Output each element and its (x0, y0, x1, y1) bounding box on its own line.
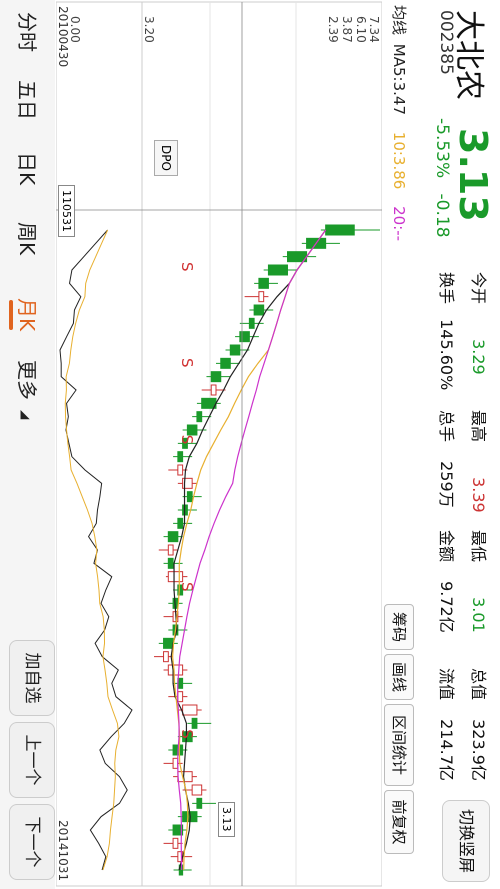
end-date: 20141031 (56, 820, 70, 882)
switch-portrait-button[interactable]: 切换竖屏 (442, 800, 490, 882)
ma5-value: MA5:3.47 (390, 43, 408, 115)
add-watchlist-button[interactable]: 加自选 (9, 640, 55, 716)
adjust-button[interactable]: 前复权 (384, 790, 414, 854)
quote-volume: 总手 259万 (437, 410, 456, 508)
dpo-signal-line (64, 229, 120, 871)
next-stock-button[interactable]: 下一个 (9, 804, 55, 880)
candle-body (253, 304, 265, 316)
candle-body (167, 557, 174, 569)
candle-body (177, 451, 184, 463)
candle-body (210, 384, 217, 396)
dpo-line (59, 229, 133, 871)
candle-body (163, 637, 174, 649)
ma-legend: 均线 MA5:3.47 10:3.86 20:-- (390, 5, 408, 242)
range-stats-button[interactable]: 区间统计 (384, 704, 414, 786)
quote-turnover: 换手 145.60% (437, 272, 456, 391)
sell-signal-marker: S (178, 582, 196, 592)
candle-body (267, 264, 289, 276)
candle-body (248, 317, 255, 329)
candle-body (177, 771, 193, 783)
sell-signal-marker: S (178, 435, 196, 445)
tab-daily[interactable]: 日K (14, 152, 43, 185)
candles-group (154, 224, 380, 876)
candle-body (167, 544, 174, 556)
candle-body (163, 651, 169, 663)
tab-weekly[interactable]: 周K (14, 222, 43, 255)
candle-body (239, 331, 250, 343)
chips-button[interactable]: 筹码 (384, 604, 414, 650)
indicator-top-label: 3.20 (142, 16, 156, 43)
crosshair-price-tag: 3.13 (218, 802, 235, 837)
candle-body (177, 464, 184, 476)
quote-float-value: 流值 214.7亿 (437, 668, 456, 781)
candle-body (191, 717, 198, 729)
candle-body (177, 517, 184, 529)
low-value: 3.01 (469, 597, 488, 633)
tab-more[interactable]: 更多 (14, 360, 43, 400)
candle-body (186, 424, 198, 436)
candle-body (258, 277, 269, 289)
kline-chart[interactable]: S S S S S (56, 0, 382, 889)
draw-line-button[interactable]: 画线 (384, 654, 414, 700)
candle-body (196, 797, 203, 809)
landscape-stage: 大北农 002385 3.13 -5.53% -0.18 今开 3.29 最高 … (0, 0, 500, 889)
stock-price: 3.13 (451, 128, 495, 222)
change-percent: -5.53% (432, 118, 452, 179)
open-value: 3.29 (469, 339, 488, 375)
indicator-selector[interactable]: DPO (154, 140, 178, 176)
indicator-bottom-label: 0.00 (68, 16, 82, 43)
candle-body (210, 371, 222, 383)
candle-body (177, 691, 184, 703)
sell-signal-marker: S (178, 729, 196, 739)
quote-low: 最低 3.01 (469, 530, 488, 633)
candle-body (167, 664, 184, 676)
ma5-line (170, 229, 327, 871)
y-axis-min-label: 2.39 (326, 16, 340, 43)
candle-body (186, 491, 193, 503)
y-axis-mid-label: 6.10 (354, 16, 368, 43)
sell-signal-marker: S (178, 358, 196, 368)
candle-body (220, 357, 231, 369)
tab-five-day[interactable]: 五日 (14, 80, 43, 120)
ma10-value: 10:3.86 (390, 131, 408, 190)
quote-amount: 金额 9.72亿 (437, 530, 456, 633)
ma20-value: 20:-- (390, 206, 408, 242)
price-change: -5.53% -0.18 (432, 118, 452, 248)
previous-stock-button[interactable]: 上一个 (9, 722, 55, 798)
candle-body (182, 704, 198, 716)
dpo-indicator-group (59, 229, 133, 871)
candle-body (167, 531, 179, 543)
high-value: 3.39 (469, 477, 488, 513)
quote-high: 最高 3.39 (469, 410, 488, 513)
candle-body (229, 344, 241, 356)
y-axis-top-label: 7.34 (367, 16, 381, 43)
candle-body (196, 411, 203, 423)
more-chevron-icon: ◢ (19, 410, 33, 420)
stock-name: 大北农 (451, 10, 486, 100)
ma-lines-group (170, 229, 327, 871)
tab-monthly[interactable]: 月K (14, 298, 43, 331)
quote-total-value: 总值 323.9亿 (469, 668, 488, 781)
active-tab-indicator (9, 300, 13, 330)
sell-signal-marker: S (178, 262, 196, 272)
candle-body (167, 571, 184, 583)
candle-body (258, 291, 265, 303)
candle-body (325, 224, 355, 236)
start-date: 20100430 (56, 6, 70, 68)
chart-grid (56, 1, 382, 887)
change-amount: -0.18 (432, 193, 452, 238)
stock-code: 002385 (436, 10, 456, 75)
quote-open: 今开 3.29 (469, 272, 488, 375)
candle-body (172, 837, 179, 849)
y-axis-low-label: 3.87 (340, 16, 354, 43)
candle-body (191, 784, 203, 796)
crosshair-date-tag: 110531 (58, 185, 75, 237)
tab-intraday[interactable]: 分时 (14, 12, 43, 52)
